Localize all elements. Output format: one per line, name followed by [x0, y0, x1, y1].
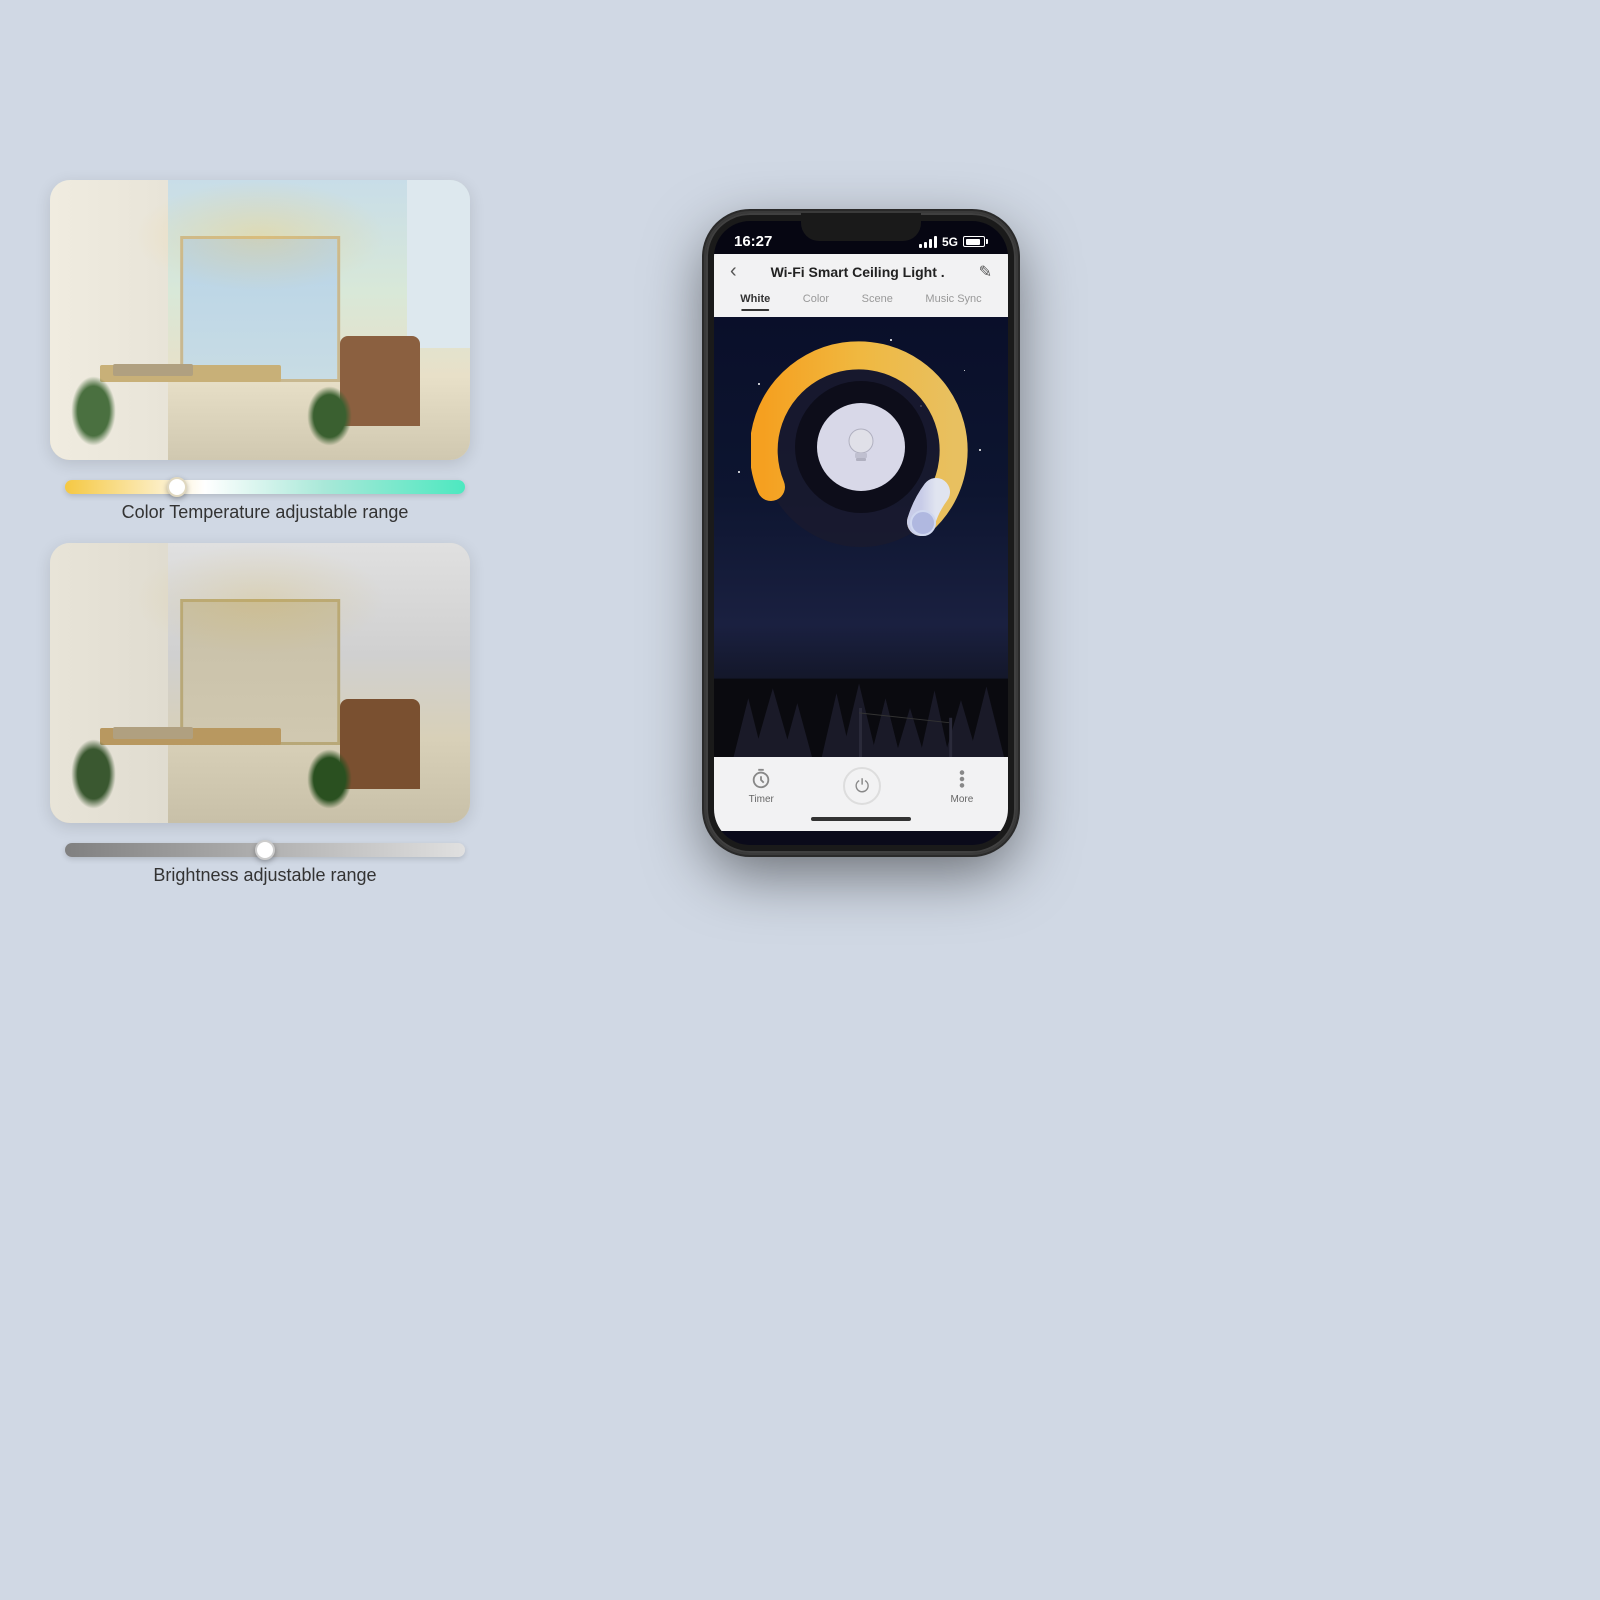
- timer-button[interactable]: Timer: [749, 768, 774, 805]
- app-bottom-bar: Timer ⏻ More: [714, 757, 1008, 811]
- tab-scene[interactable]: Scene: [854, 289, 901, 309]
- battery-fill: [966, 239, 980, 245]
- signal-bar-3: [929, 239, 932, 248]
- color-temp-label: Color Temperature adjustable range: [122, 502, 409, 523]
- phone-notch: [801, 213, 921, 241]
- brightness-slider[interactable]: [65, 843, 465, 857]
- home-indicator: [714, 811, 1008, 831]
- battery-icon: [963, 236, 988, 247]
- app-header: ‹ Wi-Fi Smart Ceiling Light . ✎: [714, 254, 1008, 289]
- battery-body: [963, 236, 985, 247]
- signal-bar-1: [919, 244, 922, 248]
- power-button[interactable]: ⏻: [843, 767, 881, 805]
- battery-tip: [986, 239, 988, 244]
- edit-button[interactable]: ✎: [979, 262, 992, 282]
- room-image-bottom: [50, 543, 470, 823]
- phone-screen: 16:27 5G: [714, 221, 1008, 845]
- app-tabs: White Color Scene Music Sync: [714, 289, 1008, 317]
- status-time: 16:27: [734, 233, 772, 250]
- signal-bar-2: [924, 242, 927, 248]
- tree-silhouette: [714, 677, 1008, 757]
- app-title: Wi-Fi Smart Ceiling Light .: [771, 264, 945, 280]
- brightness-section: Brightness adjustable range: [50, 843, 480, 886]
- color-temp-thumb[interactable]: [167, 477, 187, 497]
- signal-bar-4: [934, 236, 937, 248]
- brightness-label: Brightness adjustable range: [153, 865, 376, 886]
- color-temp-section: Color Temperature adjustable range: [50, 480, 480, 523]
- tab-white[interactable]: White: [732, 289, 778, 309]
- status-icons: 5G: [919, 235, 988, 249]
- timer-icon: [750, 768, 772, 790]
- dial-svg: [751, 337, 971, 557]
- power-btn-circle[interactable]: ⏻: [843, 767, 881, 805]
- color-temp-slider[interactable]: [65, 480, 465, 494]
- star: [979, 449, 981, 451]
- more-button[interactable]: More: [951, 768, 974, 805]
- phone-frame: 16:27 5G: [706, 213, 1016, 853]
- signal-bars-icon: [919, 236, 937, 248]
- star: [738, 471, 740, 473]
- tab-color[interactable]: Color: [795, 289, 837, 309]
- left-panel: Color Temperature adjustable range Brigh…: [50, 180, 480, 886]
- right-panel: 16:27 5G: [706, 213, 1016, 853]
- more-icon: [951, 768, 973, 790]
- light-dial[interactable]: [751, 337, 971, 557]
- back-button[interactable]: ‹: [730, 260, 737, 283]
- network-type: 5G: [942, 235, 958, 249]
- home-bar: [811, 817, 911, 821]
- brightness-thumb[interactable]: [255, 840, 275, 860]
- tab-music-sync[interactable]: Music Sync: [917, 289, 989, 309]
- room-image-top: [50, 180, 470, 460]
- app-content: ☀ 100%: [714, 317, 1008, 757]
